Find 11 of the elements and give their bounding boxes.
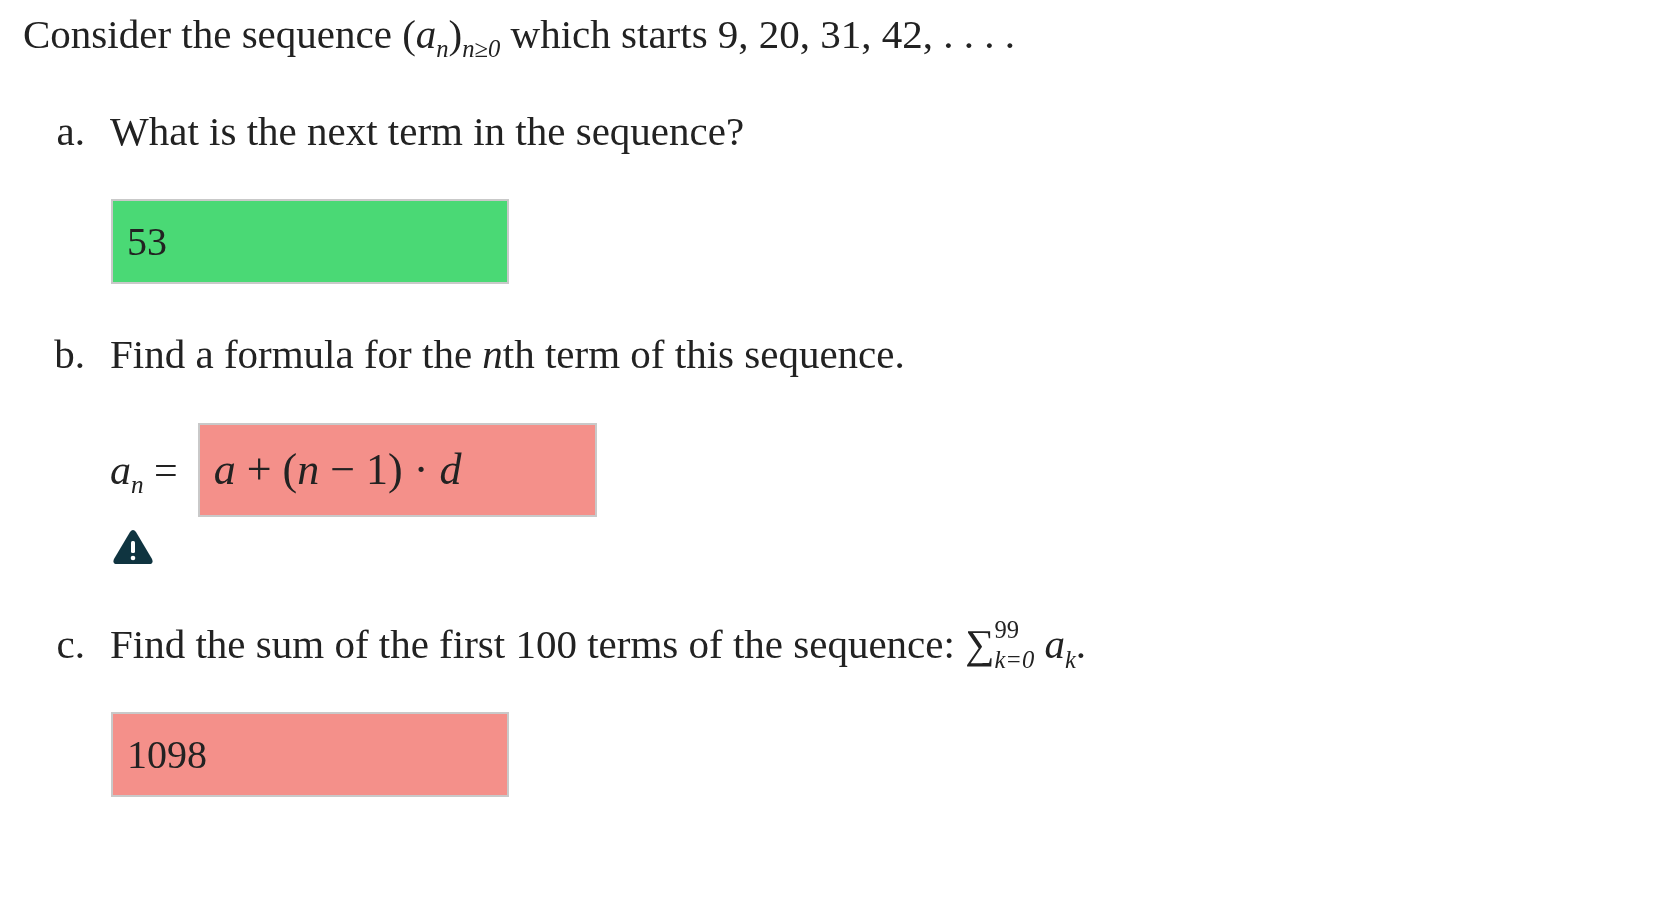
question-text: What is the next term in the sequence? [110,107,745,155]
answer-field[interactable]: 53 [111,199,509,284]
formula-label: a$_{n}$ = [110,446,178,494]
part-label: c. [55,620,85,669]
question-text: Find the sum of the first 100 terms of the sequence: ∑$^{99}$$_{k=0}$ a$_{k}$. [110,620,1087,668]
part-label: a. [55,107,85,156]
answer-field[interactable]: 1098 [111,712,509,797]
part-label: b. [53,330,85,379]
problem-statement: Consider the sequence (a$_{n}$)$_{n≥0}$ which starts 9, 20, 31, 42, . . . . [23,10,1016,58]
question-text: Find a formula for the nth term of this sequence. [110,330,905,378]
formula-field[interactable]: a + (n − 1) · d [197,423,597,517]
